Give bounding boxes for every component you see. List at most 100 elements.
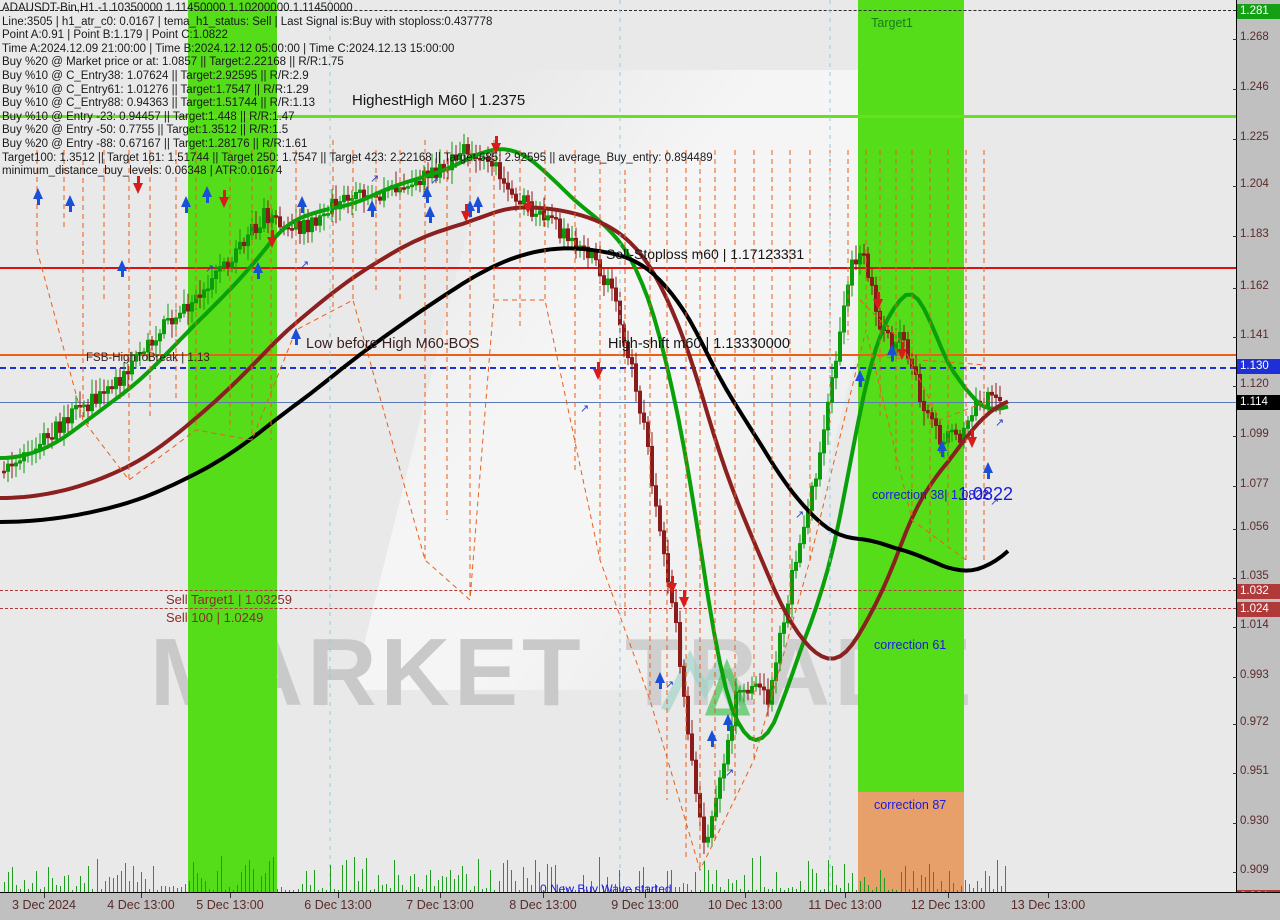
trend-arrow-icon: ↗ — [725, 767, 735, 779]
buy-arrow-stem — [256, 272, 260, 279]
volume-bar — [353, 856, 355, 892]
volume-bar — [446, 876, 448, 892]
volume-bar — [848, 883, 850, 892]
price-tick-mark — [1233, 872, 1237, 873]
price-badge[interactable]: 1.032 — [1237, 584, 1280, 599]
volume-bar — [478, 858, 480, 892]
price-tick: 1.014 — [1240, 619, 1269, 631]
price-badge[interactable]: 1.281 — [1237, 4, 1280, 19]
ema-fast-green — [0, 147, 1009, 743]
annotation-correction-61: correction 61 — [874, 638, 947, 652]
price-tick-mark — [1233, 529, 1237, 530]
volume-bar — [56, 884, 58, 892]
volume-bar — [450, 870, 452, 892]
volume-bar — [458, 874, 460, 892]
volume-bar — [84, 883, 86, 892]
time-tick-mark — [948, 893, 949, 898]
time-tick: 5 Dec 13:00 — [196, 898, 264, 912]
annotation-new-buy-wave: 0 New Buy Wave started — [540, 882, 672, 892]
volume-bar — [381, 884, 383, 892]
price-tick-mark — [1233, 39, 1237, 40]
trend-arrow-icon: ↗ — [665, 679, 675, 691]
sell-arrow-stem — [464, 204, 468, 211]
sell-arrow-icon — [593, 369, 603, 380]
volume-bar — [197, 873, 198, 892]
volume-bar — [305, 871, 307, 892]
sell-arrow-icon — [523, 203, 533, 214]
annotation-high-shift: High-shift m60 | 1.13330000 — [608, 336, 790, 352]
sell-arrow-icon — [873, 299, 883, 310]
annotation-price-1-0822: 1.0822 — [958, 484, 1014, 504]
trend-arrow-icon: ↗ — [205, 263, 215, 275]
volume-bar — [715, 870, 717, 892]
price-tick-mark — [1233, 186, 1237, 187]
volume-bar — [506, 859, 508, 892]
volume-bar — [217, 870, 219, 892]
volume-bar — [731, 883, 733, 892]
volume-bar — [188, 881, 190, 892]
annotation-correction-87: correction 87 — [874, 798, 947, 812]
volume-bar — [976, 880, 978, 892]
buy-arrow-stem — [726, 724, 730, 731]
volume-bar — [16, 885, 18, 892]
price-badge[interactable]: 1.130 — [1237, 359, 1280, 374]
volume-bar — [132, 865, 134, 892]
volume-bar — [309, 884, 311, 892]
price-badge[interactable]: 1.114 — [1237, 395, 1280, 410]
time-scale[interactable]: 3 Dec 2024 4 Dec 13:00 5 Dec 13:00 6 Dec 13… — [0, 892, 1280, 920]
price-tick-mark — [1233, 627, 1237, 628]
buy-arrow-stem — [890, 354, 894, 361]
volume-bar — [707, 870, 709, 892]
volume-bar — [924, 877, 926, 892]
annotation-low-before-high: Low before High M60-BOS — [306, 336, 480, 352]
volume-bar — [269, 861, 271, 892]
volume-bar — [4, 881, 5, 892]
volume-bar — [402, 885, 403, 892]
volume-bar — [341, 864, 343, 892]
price-badge[interactable]: 1.024 — [1237, 602, 1280, 617]
time-tick-mark — [645, 893, 646, 898]
volume-bar — [816, 872, 817, 892]
volume-bar — [884, 878, 886, 892]
annotation-sell-target1: Sell Target1 | 1.03259 — [166, 592, 293, 607]
annotation-sell-stoploss: Sell-Stoploss m60 | 1.17123331 — [606, 246, 805, 262]
time-tick: 7 Dec 13:00 — [406, 898, 474, 912]
volume-bar — [24, 879, 26, 892]
volume-bar — [80, 876, 82, 892]
info-symbol-line: ADAUSDT-Bin,H1 -1.10350000 1.11450000 1.… — [2, 2, 353, 14]
sell-arrow-icon — [461, 211, 471, 222]
volume-bar — [727, 878, 729, 892]
volume-bar — [345, 860, 347, 892]
volume-bar — [687, 883, 689, 892]
info-line-1: Point A:0.91 | Point B:1.179 | Point C:1… — [2, 29, 228, 42]
trend-arrow-icon: ↗ — [580, 403, 590, 415]
price-tick: 1.056 — [1240, 521, 1269, 533]
volume-bar — [265, 873, 267, 892]
info-line-2: Time A:2024.12.09 21:00:00 | Time B:2024… — [2, 42, 455, 55]
volume-bar — [357, 880, 359, 892]
volume-bar — [108, 876, 110, 892]
price-scale[interactable]: 1.268 1.246 1.225 1.204 1.183 1.162 1.141 1.120… — [1233, 0, 1280, 905]
volume-bar — [120, 870, 122, 892]
annotation-sell-100: Sell 100 | 1.0249 — [166, 610, 264, 625]
volume-bar — [377, 874, 379, 892]
price-tick: 1.246 — [1240, 81, 1269, 93]
sell-arrow-icon — [679, 597, 689, 608]
price-tick: 1.141 — [1240, 329, 1269, 341]
info-line-0: Line:3505 | h1_atr_c0: 0.0167 | tema_h1_… — [2, 15, 493, 28]
volume-bar — [48, 867, 50, 892]
volume-bar — [968, 884, 970, 892]
volume-bar — [398, 874, 399, 892]
volume-bar — [743, 875, 745, 892]
volume-bar — [828, 859, 830, 892]
buy-arrow-stem — [300, 206, 304, 213]
volume-bar — [96, 858, 98, 892]
time-tick-mark — [1048, 893, 1049, 898]
chart-plot-area[interactable]: MARKET TRADE ↗ ↗ ↗ ↗ ↗ ↗ ↗ ↗ ↗ ↗ Target1 HighestHi… — [0, 0, 1236, 892]
volume-bar — [249, 859, 251, 892]
volume-bar — [414, 874, 415, 892]
buy-arrow-stem — [205, 196, 209, 203]
price-tick: 1.035 — [1240, 570, 1269, 582]
sell-arrow-icon — [133, 183, 143, 194]
volume-bar — [751, 857, 753, 892]
